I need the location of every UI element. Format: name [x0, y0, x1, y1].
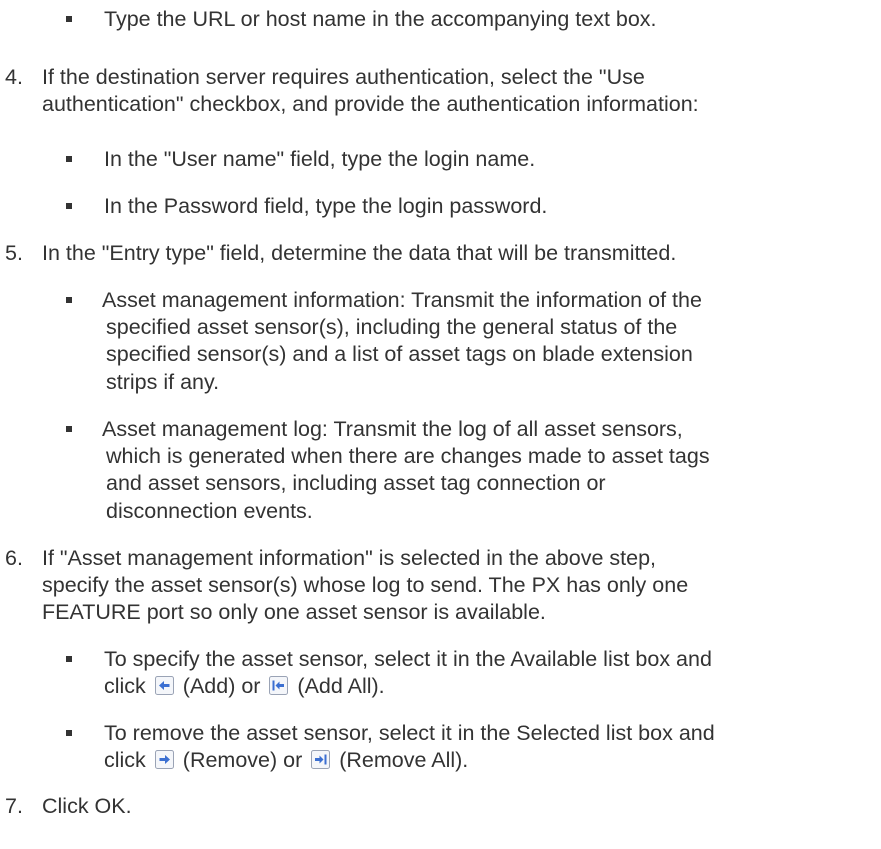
bullet-marker [66, 730, 72, 736]
bullet-marker [66, 16, 72, 22]
step5-bullet1-line-2: specified asset sensor(s), including the… [106, 315, 678, 339]
step5-bullet1-line-3: specified sensor(s) and a list of asset … [106, 342, 693, 366]
step6-line-1: If "Asset management information" is sel… [42, 546, 657, 570]
bullet-marker [66, 297, 72, 303]
step5-bullet2-line-3: and asset sensors, including asset tag c… [106, 471, 606, 495]
step5-bullet2-line-2: which is generated when there are change… [106, 444, 710, 468]
step-number-4: 4. [5, 65, 23, 89]
step5-bullet2-line-4: disconnection events. [106, 499, 313, 523]
remove-all-label: (Remove All). [339, 748, 469, 772]
step6-bullet2-line-2: click (Remove) or (Remove All). [104, 747, 468, 773]
url-bullet-text: Type the URL or host name in the accompa… [104, 7, 657, 31]
add-label: (Add) or [182, 674, 261, 698]
step6-line-2: specify the asset sensor(s) whose log to… [42, 573, 689, 597]
arrow-right-icon [154, 750, 174, 769]
click-word: click [104, 674, 146, 698]
step5-bullet1-line-1: Asset management information: Transmit t… [102, 288, 702, 312]
step6-bullet1-line-2: click (Add) or (Add All). [104, 673, 385, 699]
step7-text: Click OK. [42, 794, 132, 818]
step6-bullet1-line-1: To specify the asset sensor, select it i… [104, 647, 712, 671]
remove-label: (Remove) or [182, 748, 303, 772]
bullet-marker [66, 156, 72, 162]
step-number-5: 5. [5, 241, 23, 265]
arrow-right-bar-icon [311, 750, 331, 769]
bullet-marker [66, 656, 72, 662]
step-number-7: 7. [5, 794, 23, 818]
step6-bullet2-line-1: To remove the asset sensor, select it in… [104, 721, 715, 745]
click-word: click [104, 748, 146, 772]
step5-bullet1-line-4: strips if any. [106, 370, 220, 394]
arrow-left-bar-icon [269, 676, 289, 695]
step5-bullet2-line-1: Asset management log: Transmit the log o… [102, 417, 683, 441]
step4-bullet-username: In the "User name" field, type the login… [104, 147, 536, 171]
bullet-marker [66, 203, 72, 209]
step-number-6: 6. [5, 546, 23, 570]
step4-line-2: authentication" checkbox, and provide th… [42, 92, 699, 116]
bullet-marker [66, 426, 72, 432]
step4-line-1: If the destination server requires authe… [42, 65, 645, 89]
step6-line-3: FEATURE port so only one asset sensor is… [42, 600, 546, 624]
step5-line-1: In the "Entry type" field, determine the… [42, 241, 677, 265]
add-all-label: (Add All). [297, 674, 385, 698]
arrow-left-icon [154, 676, 174, 695]
step4-bullet-password: In the Password field, type the login pa… [104, 194, 548, 218]
